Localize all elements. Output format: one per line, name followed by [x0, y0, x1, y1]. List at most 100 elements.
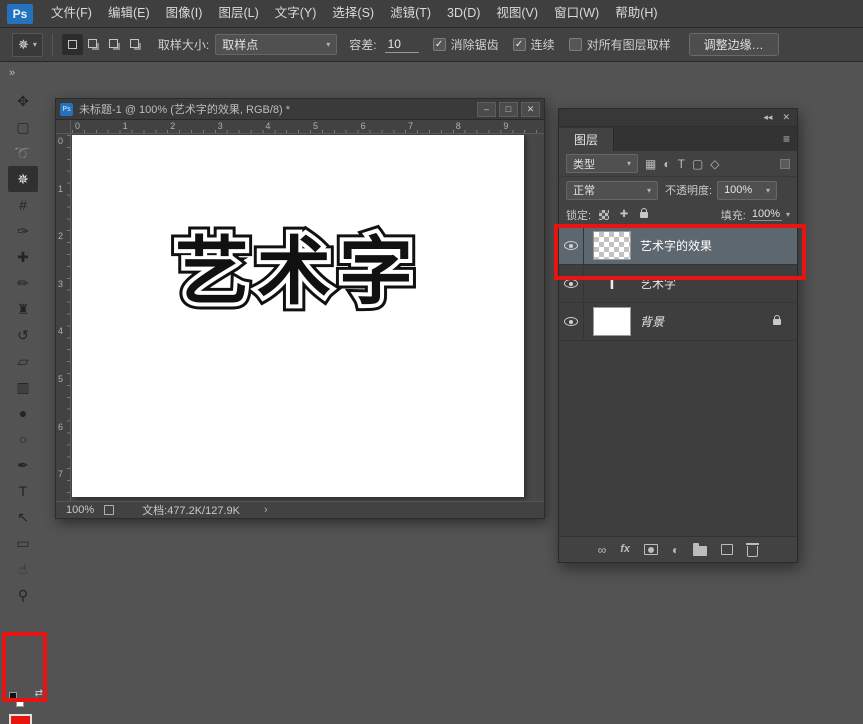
layer-thumbnail[interactable] — [593, 307, 631, 336]
close-button[interactable]: ✕ — [521, 102, 540, 117]
add-layer-mask-icon[interactable] — [644, 544, 658, 555]
export-icon[interactable] — [104, 505, 114, 515]
artistic-text: 艺术字 艺术字 艺术字 — [72, 227, 524, 327]
crop-tool[interactable]: # — [8, 192, 38, 218]
minimize-button[interactable]: – — [477, 102, 496, 117]
filter-toggle-icon[interactable] — [780, 159, 790, 169]
menu-item[interactable]: 3D(D) — [439, 0, 488, 27]
lock-all-icon[interactable] — [637, 208, 651, 222]
ruler-number: 1 — [56, 183, 70, 231]
panel-menu-icon[interactable]: ≡ — [783, 132, 790, 146]
brush-tool[interactable]: ✏ — [8, 270, 38, 296]
filter-type-icon[interactable]: T — [678, 158, 685, 170]
lock-pixels-icon[interactable]: ✚ — [617, 208, 631, 222]
refine-edge-button[interactable]: 调整边缘… — [689, 33, 779, 56]
link-layers-icon[interactable]: ∞ — [598, 544, 607, 556]
rectangular-marquee-tool[interactable]: ▢ — [8, 114, 38, 140]
dodge-tool[interactable]: ○ — [8, 426, 38, 452]
filter-type-dropdown[interactable]: 类型 ▾ — [566, 154, 638, 173]
canvas[interactable]: 艺术字 艺术字 艺术字 — [72, 135, 524, 497]
layer-style-icon[interactable]: fx — [620, 544, 630, 555]
menu-item[interactable]: 选择(S) — [324, 0, 382, 27]
adjustment-layer-icon[interactable]: ◐ — [672, 544, 679, 556]
tool-icon: ▭ — [16, 536, 29, 550]
blend-mode-dropdown[interactable]: 正常 ▾ — [566, 181, 658, 200]
vertical-ruler[interactable]: 01234567 — [56, 134, 71, 501]
tab-layers[interactable]: 图层 — [559, 128, 614, 151]
chevron-down-icon: ▾ — [647, 186, 651, 195]
visibility-toggle[interactable] — [559, 265, 584, 302]
path-selection-tool[interactable]: ↖ — [8, 504, 38, 530]
sample-size-dropdown[interactable]: 取样点 ▾ — [215, 34, 337, 55]
rectangle-tool[interactable]: ▭ — [8, 530, 38, 556]
maximize-button[interactable]: □ — [499, 102, 518, 117]
status-chevron-icon[interactable]: › — [264, 504, 268, 516]
filter-shape-icon[interactable]: ▢ — [692, 158, 703, 170]
magic-wand-tool[interactable]: ✵ — [8, 166, 38, 192]
delete-layer-icon[interactable] — [747, 546, 758, 557]
filter-image-icon[interactable]: ▦ — [645, 158, 656, 170]
menu-item[interactable]: 窗口(W) — [546, 0, 607, 27]
default-colors-icon[interactable] — [9, 692, 24, 707]
menu-item[interactable]: 编辑(E) — [100, 0, 158, 27]
document-icon: Ps — [60, 103, 73, 116]
eye-icon — [564, 279, 578, 288]
menu-item[interactable]: 视图(V) — [488, 0, 546, 27]
tool-list: ✥ ▢ ➰ ✵ # ✑ — [0, 88, 46, 608]
document-title-bar[interactable]: Ps 未标题-1 @ 100% (艺术字的效果, RGB/8) * – □ ✕ — [56, 99, 544, 120]
menu-item[interactable]: 图层(L) — [210, 0, 266, 27]
tool-icon: ▱ — [18, 354, 29, 368]
zoom-level[interactable]: 100% — [66, 504, 94, 516]
move-tool[interactable]: ✥ — [8, 88, 38, 114]
hand-tool[interactable]: ☝ — [8, 556, 38, 582]
opacity-dropdown[interactable]: 100% ▾ — [717, 181, 777, 200]
menu-item[interactable]: 滤镜(T) — [382, 0, 439, 27]
tool-preset-picker[interactable]: ✵ ▾ — [12, 33, 43, 57]
tool-icon: ✚ — [17, 250, 29, 264]
type-tool[interactable]: T — [8, 478, 38, 504]
foreground-color-swatch[interactable] — [9, 714, 32, 724]
layer-thumbnail[interactable] — [593, 231, 631, 260]
eyedropper-tool[interactable]: ✑ — [8, 218, 38, 244]
text-layer-thumbnail[interactable]: T — [593, 269, 631, 298]
new-layer-icon[interactable] — [721, 544, 733, 555]
history-brush-tool[interactable]: ↺ — [8, 322, 38, 348]
collapse-toolbox-icon[interactable]: » — [0, 62, 46, 88]
close-panel-icon[interactable]: ✕ — [782, 113, 790, 122]
menu-item[interactable]: 图像(I) — [158, 0, 211, 27]
fill-value[interactable]: 100% — [750, 208, 782, 221]
gradient-tool[interactable]: ▥ — [8, 374, 38, 400]
layer-row-text[interactable]: T 艺术字 — [559, 265, 797, 303]
intersect-selection-icon[interactable] — [125, 34, 146, 55]
subtract-selection-icon[interactable] — [104, 34, 125, 55]
filter-adjustment-icon[interactable]: ◐ — [663, 158, 670, 170]
horizontal-ruler[interactable]: 0123456789 — [71, 120, 544, 134]
visibility-toggle[interactable] — [559, 303, 584, 340]
menu-item[interactable]: 文字(Y) — [267, 0, 325, 27]
eraser-tool[interactable]: ▱ — [8, 348, 38, 374]
add-selection-icon[interactable] — [83, 34, 104, 55]
clone-stamp-tool[interactable]: ♜ — [8, 296, 38, 322]
menu-item[interactable]: 帮助(H) — [607, 0, 665, 27]
contiguous-checkbox[interactable]: ✓ 连续 — [513, 36, 555, 53]
new-selection-icon[interactable] — [62, 34, 83, 55]
sample-all-layers-checkbox[interactable]: 对所有图层取样 — [569, 36, 671, 53]
anti-alias-checkbox[interactable]: ✓ 消除锯齿 — [433, 36, 499, 53]
collapse-panel-icon[interactable]: ◂◂ — [763, 113, 772, 122]
ruler-number: 5 — [56, 373, 70, 421]
visibility-toggle[interactable] — [559, 227, 584, 264]
tolerance-input[interactable]: 10 — [385, 36, 419, 53]
filter-smart-object-icon[interactable]: ◇ — [710, 158, 719, 170]
menu-item[interactable]: 文件(F) — [43, 0, 100, 27]
new-group-icon[interactable] — [693, 546, 707, 556]
layer-row-effect[interactable]: 艺术字的效果 — [559, 227, 797, 265]
ruler-number: 1 — [120, 120, 168, 132]
lasso-tool[interactable]: ➰ — [8, 140, 38, 166]
pen-tool[interactable]: ✒ — [8, 452, 38, 478]
healing-brush-tool[interactable]: ✚ — [8, 244, 38, 270]
blur-tool[interactable]: ● — [8, 400, 38, 426]
zoom-tool[interactable]: ⚲ — [8, 582, 38, 608]
lock-transparency-icon[interactable] — [599, 210, 609, 220]
swap-colors-icon[interactable]: ⇄ — [35, 688, 43, 699]
layer-row-background[interactable]: 背景 — [559, 303, 797, 341]
